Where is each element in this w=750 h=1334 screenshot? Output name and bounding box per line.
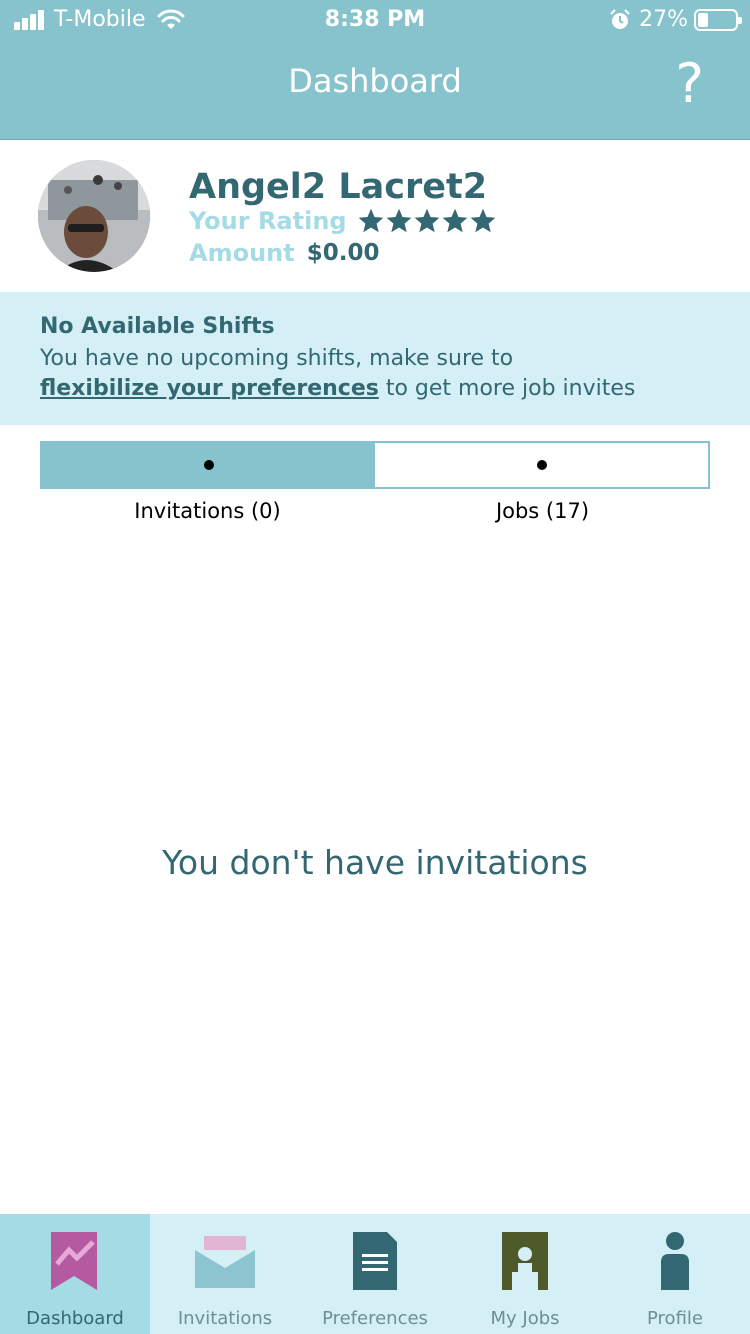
no-shifts-alert: No Available Shifts You have no upcoming…	[0, 292, 750, 425]
tab-jobs[interactable]	[375, 443, 708, 487]
profile-name: Angel2 Lacret2	[189, 167, 488, 207]
tab-bar	[40, 441, 710, 489]
nav-dashboard-label: Dashboard	[26, 1308, 124, 1329]
rating-label: Your Rating	[189, 207, 347, 235]
status-bar: T-Mobile 8:38 PM 27%	[0, 0, 750, 40]
star-icon	[414, 208, 439, 233]
battery-icon	[694, 8, 742, 31]
nav-invitations[interactable]: Invitations	[150, 1214, 300, 1334]
nav-preferences[interactable]: Preferences	[300, 1214, 450, 1334]
amount-value: $0.00	[306, 240, 380, 266]
tab-indicator-dot	[536, 460, 547, 470]
avatar[interactable]	[38, 160, 150, 272]
star-icon	[358, 208, 383, 233]
battery-percent: 27%	[639, 7, 688, 32]
nav-my-jobs[interactable]: My Jobs	[450, 1214, 600, 1334]
nav-invitations-label: Invitations	[177, 1308, 273, 1329]
alert-title: No Available Shifts	[40, 314, 275, 339]
nav-dashboard[interactable]: Dashboard	[0, 1214, 150, 1334]
alert-text-after: to get more job invites	[385, 376, 636, 401]
nav-my-jobs-label: My Jobs	[490, 1308, 560, 1329]
tab-jobs-label[interactable]: Jobs (17)	[375, 499, 710, 523]
status-right: 27%	[609, 7, 742, 32]
nav-profile[interactable]: Profile	[600, 1214, 750, 1334]
help-button[interactable]: ?	[675, 54, 704, 114]
profile-icon	[661, 1232, 689, 1290]
empty-state-message: You don't have invitations	[162, 843, 588, 882]
jobs-icon	[502, 1232, 548, 1290]
star-icon	[386, 208, 411, 233]
star-icon	[470, 208, 495, 233]
envelope-icon	[195, 1236, 255, 1288]
rating-row: Your Rating	[189, 207, 497, 235]
star-icon	[442, 208, 467, 233]
app-header: T-Mobile 8:38 PM 27% Dashboard ?	[0, 0, 750, 140]
tab-labels: Invitations (0) Jobs (17)	[40, 499, 710, 523]
profile-summary: Angel2 Lacret2 Your Rating Amount $0.00	[0, 141, 750, 292]
tab-invitations-label[interactable]: Invitations (0)	[40, 499, 375, 523]
bottom-nav: Dashboard Invitations Preferences My Job…	[0, 1214, 750, 1334]
amount-label: Amount	[189, 239, 295, 267]
nav-preferences-label: Preferences	[322, 1308, 428, 1329]
rating-stars	[357, 207, 497, 235]
document-icon	[353, 1232, 397, 1290]
amount-row: Amount $0.00	[189, 239, 379, 267]
tab-indicator-dot	[203, 460, 214, 470]
alarm-icon	[610, 8, 630, 29]
flexibilize-preferences-link[interactable]: flexibilize your preferences	[40, 376, 379, 401]
alert-text: You have no upcoming shifts, make sure t…	[40, 344, 710, 404]
tab-invitations[interactable]	[42, 443, 375, 487]
dashboard-icon	[51, 1232, 97, 1290]
avatar-photo-icon	[38, 160, 150, 272]
page-title: Dashboard	[288, 62, 462, 100]
alert-text-before: You have no upcoming shifts, make sure t…	[40, 346, 514, 371]
nav-profile-label: Profile	[647, 1308, 703, 1329]
